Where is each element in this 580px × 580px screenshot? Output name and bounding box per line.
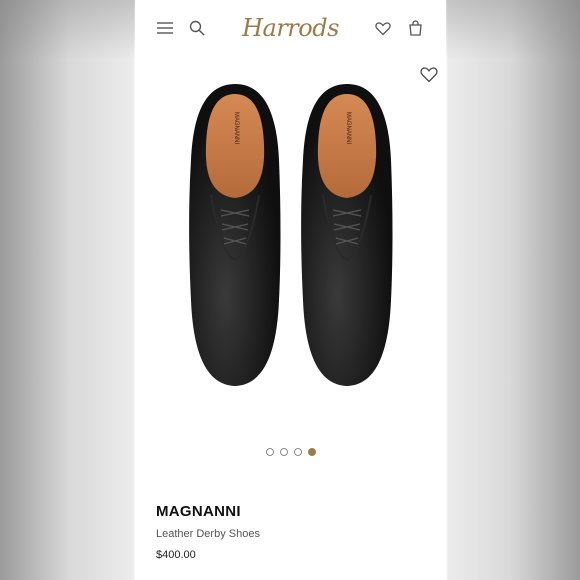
left-shoe: MAGNANNI — [189, 84, 281, 386]
product-price: $400.00 — [156, 549, 196, 561]
product-name: Leather Derby Shoes — [156, 528, 260, 540]
bag-icon[interactable] — [408, 20, 423, 41]
harrods-logo[interactable]: Harrods — [135, 14, 446, 42]
wishlist-icon[interactable] — [375, 21, 391, 41]
product-page: Harrods MAGNANNI MAGNANNI MAGNANNI Leath… — [135, 0, 446, 580]
carousel-dot-2[interactable] — [279, 448, 288, 456]
carousel-dot-3[interactable] — [293, 448, 302, 456]
carousel-dot-1[interactable] — [265, 448, 274, 456]
app-header: Harrods — [135, 0, 446, 58]
left-insole-brand: MAGNANNI — [233, 112, 239, 145]
carousel-dot-4[interactable] — [307, 448, 316, 456]
right-shoe: MAGNANNI — [301, 84, 393, 386]
product-brand[interactable]: MAGNANNI — [156, 503, 241, 520]
right-insole-brand: MAGNANNI — [345, 112, 351, 145]
image-carousel-dots — [135, 448, 446, 456]
product-image[interactable]: MAGNANNI MAGNANNI — [135, 70, 446, 410]
